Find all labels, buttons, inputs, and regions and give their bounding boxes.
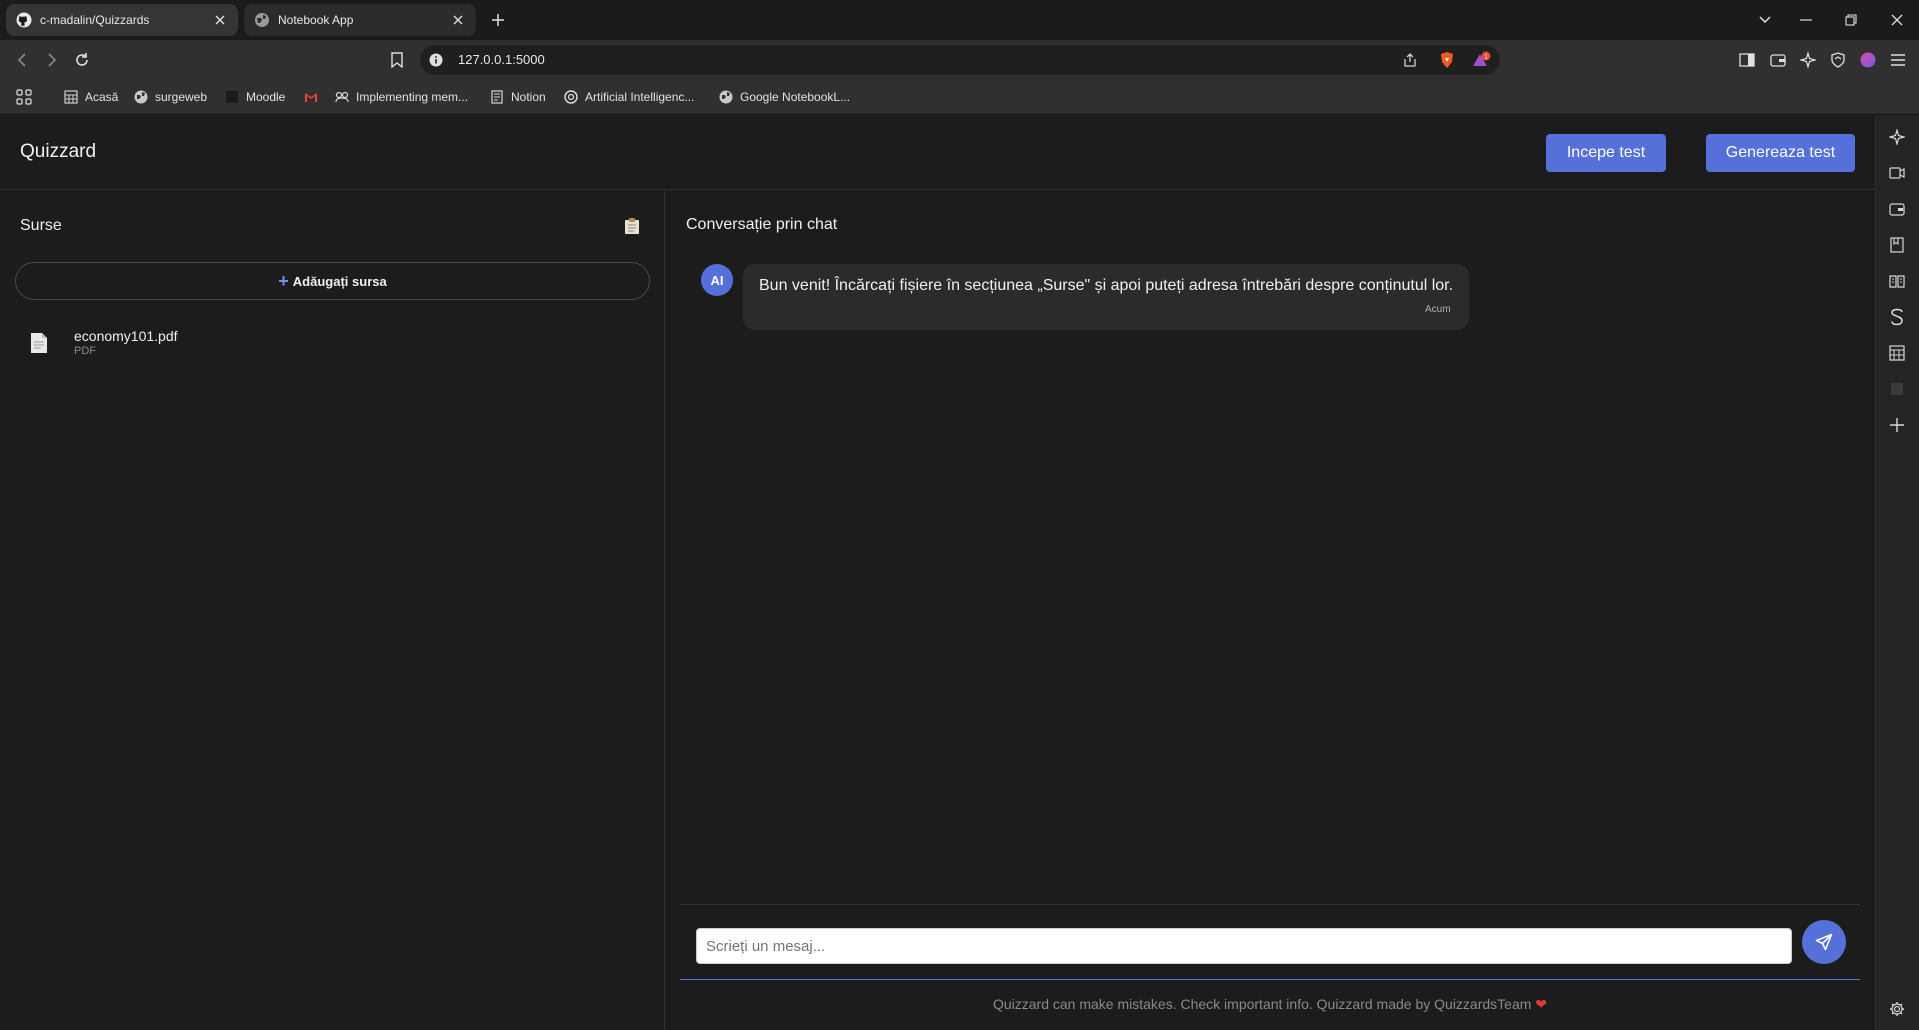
menu-icon[interactable]	[1887, 49, 1909, 71]
bookmarks-bar	[0, 80, 1919, 114]
close-tab-icon[interactable]	[450, 12, 466, 28]
tab-notebook-app[interactable]: Notebook App	[244, 4, 476, 36]
bookmark-surgeweb[interactable]: surgeweb	[133, 86, 207, 108]
talk-camera-icon[interactable]	[1886, 162, 1908, 184]
settings-gear-icon[interactable]	[1886, 998, 1908, 1020]
brave-shield-icon[interactable]	[1436, 49, 1458, 71]
leo-ai-icon[interactable]	[1797, 49, 1819, 71]
tab-title: c-madalin/Quizzards	[40, 13, 150, 27]
sources-title: Surse	[20, 217, 62, 234]
apps-grid-icon[interactable]	[16, 86, 32, 108]
message-text: Bun venit! Încărcați fișiere în secțiune…	[759, 277, 1454, 294]
leo-sparkle-icon[interactable]	[1886, 126, 1908, 148]
reload-icon[interactable]	[70, 48, 94, 72]
tab-search-chevron-icon[interactable]	[1750, 8, 1780, 32]
tab-quizzards[interactable]: c-madalin/Quizzards	[6, 4, 238, 36]
wallet-icon[interactable]	[1767, 49, 1789, 71]
url-text[interactable]: 127.0.0.1:5000	[458, 52, 545, 67]
footer-disclaimer: Quizzard can make mistakes. Check import…	[680, 996, 1860, 1013]
bookmark-acasa[interactable]: Acasă	[63, 86, 118, 108]
message-bubble	[743, 264, 1469, 330]
new-tab-icon[interactable]	[488, 10, 508, 30]
community-icon	[334, 89, 350, 105]
bookmark-icon[interactable]	[385, 48, 409, 72]
send-icon	[1815, 933, 1833, 951]
moodle-icon	[224, 89, 240, 105]
globe-icon	[718, 89, 734, 105]
clipboard-icon[interactable]	[624, 217, 642, 237]
chat-title: Conversație prin chat	[686, 216, 838, 233]
side-wallet-icon[interactable]	[1886, 198, 1908, 220]
calculator-icon[interactable]	[1886, 342, 1908, 364]
message-timestamp: Acum	[1425, 304, 1451, 315]
app-square-icon[interactable]	[1886, 378, 1908, 400]
add-source-button[interactable]: + Adăugați sursa	[15, 262, 650, 300]
bookmark-implementing-mem[interactable]: Implementing mem...	[334, 86, 468, 108]
generate-test-button[interactable]: Genereaza test	[1706, 134, 1855, 172]
restore-icon[interactable]	[1836, 8, 1866, 32]
notion-icon	[489, 89, 505, 105]
profile-avatar-icon[interactable]	[1857, 49, 1879, 71]
close-tab-icon[interactable]	[212, 12, 228, 28]
brave-rewards-icon[interactable]: 1	[1470, 49, 1492, 71]
forward-icon[interactable]	[40, 48, 64, 72]
close-window-icon[interactable]	[1882, 8, 1912, 32]
address-bar[interactable]	[420, 45, 1500, 75]
github-icon	[16, 12, 32, 28]
globe-icon	[133, 89, 149, 105]
send-button[interactable]	[1802, 920, 1846, 964]
bookmark-gmail[interactable]	[303, 86, 325, 108]
bookmark-moodle[interactable]: Moodle	[224, 86, 285, 108]
start-test-button[interactable]: Incepe test	[1546, 134, 1666, 172]
minimize-icon[interactable]	[1791, 8, 1821, 32]
document-icon	[30, 332, 52, 358]
s-app-icon[interactable]	[1886, 306, 1908, 328]
bookmarks-panel-icon[interactable]	[1886, 234, 1908, 256]
site-info-icon[interactable]	[425, 49, 447, 71]
sources-panel	[0, 191, 665, 1030]
app-brand[interactable]: Quizzard	[20, 141, 96, 163]
heart-icon: ❤	[1535, 996, 1548, 1012]
globe-icon	[254, 12, 270, 28]
back-icon[interactable]	[10, 48, 34, 72]
gmail-icon	[303, 89, 319, 105]
bookmark-notion[interactable]: Notion	[489, 86, 546, 108]
file-type: PDF	[74, 345, 96, 357]
vpn-shield-icon[interactable]	[1827, 49, 1849, 71]
calendar-icon	[63, 89, 79, 105]
reading-list-icon[interactable]	[1886, 270, 1908, 292]
bookmark-artificial-intelligence[interactable]: Artificial Intelligenc...	[563, 86, 694, 108]
file-name: economy101.pdf	[74, 328, 178, 344]
message-input[interactable]	[696, 928, 1792, 964]
share-icon[interactable]	[1399, 49, 1421, 71]
tab-title: Notebook App	[278, 13, 354, 27]
plus-icon: +	[278, 270, 289, 291]
sidebar-toggle-icon[interactable]	[1736, 49, 1758, 71]
openai-icon	[563, 89, 579, 105]
bookmark-google-notebooklm[interactable]: Google NotebookL...	[718, 86, 850, 108]
add-source-label: Adăugați sursa	[292, 273, 387, 289]
footer-text: Quizzard can make mistakes. Check import…	[992, 996, 1532, 1012]
ai-avatar: AI	[701, 264, 733, 296]
source-file-item[interactable]: economy101.pdf PDF	[30, 328, 630, 368]
add-panel-icon[interactable]	[1886, 414, 1908, 436]
